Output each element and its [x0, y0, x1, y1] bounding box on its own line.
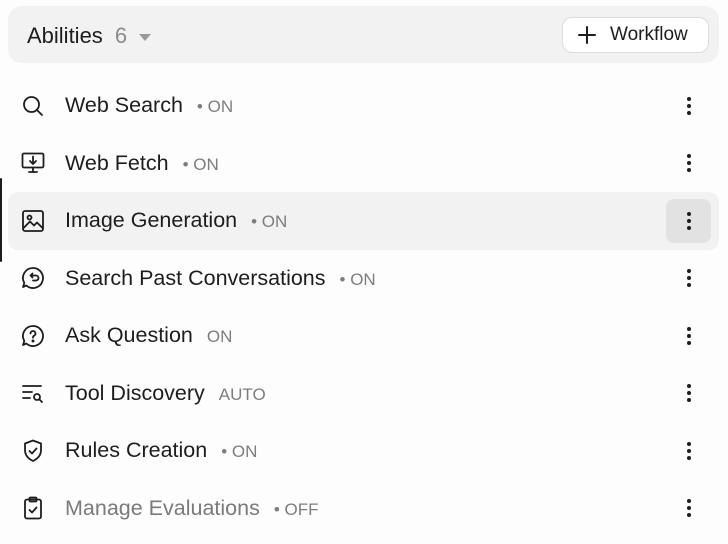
- ability-row-ask-question[interactable]: Ask Question ON: [8, 307, 719, 365]
- ability-name: Web Search: [65, 93, 183, 118]
- ability-row-manage-evaluations[interactable]: Manage Evaluations • OFF: [8, 480, 719, 538]
- monitor-download-icon: [20, 150, 46, 176]
- ability-row-tool-discovery[interactable]: Tool Discovery AUTO: [8, 365, 719, 423]
- ability-name: Image Generation: [65, 208, 238, 233]
- ability-name: Search Past Conversations: [65, 265, 326, 290]
- abilities-title: Abilities: [27, 23, 103, 48]
- abilities-header: Abilities 6 Workflow: [8, 6, 719, 63]
- more-vertical-icon: [686, 211, 691, 230]
- more-vertical-icon: [686, 326, 691, 345]
- plus-icon: [578, 26, 596, 44]
- ability-status: • ON: [339, 269, 376, 289]
- more-options-button[interactable]: [666, 314, 711, 358]
- abilities-count: 6: [114, 23, 128, 48]
- window-edge-marker: [0, 178, 2, 262]
- abilities-dropdown[interactable]: Abilities 6: [27, 23, 152, 49]
- more-options-button[interactable]: [666, 198, 711, 243]
- more-options-button[interactable]: [666, 486, 711, 530]
- ability-status: • ON: [251, 212, 288, 232]
- caret-down-icon: [139, 33, 152, 41]
- ability-row-image-generation[interactable]: Image Generation • ON: [8, 192, 719, 250]
- abilities-list: Web Search • ON Web Fetch • ON Image Gener…: [8, 77, 719, 537]
- workflow-button-label: Workflow: [610, 24, 688, 45]
- ability-row-search-past-conversations[interactable]: Search Past Conversations • ON: [8, 250, 719, 308]
- ability-status: • ON: [221, 442, 258, 462]
- ability-name: Manage Evaluations: [65, 495, 260, 520]
- ability-row-web-search[interactable]: Web Search • ON: [8, 77, 719, 135]
- more-options-button[interactable]: [666, 256, 711, 300]
- history-chat-icon: [20, 265, 46, 291]
- more-vertical-icon: [686, 384, 691, 403]
- ability-row-web-fetch[interactable]: Web Fetch • ON: [8, 135, 719, 193]
- more-options-button[interactable]: [666, 84, 711, 128]
- ability-name: Rules Creation: [65, 438, 208, 463]
- more-options-button[interactable]: [666, 371, 711, 415]
- more-options-button[interactable]: [666, 429, 711, 473]
- more-vertical-icon: [686, 441, 691, 460]
- clipboard-check-icon: [20, 495, 46, 521]
- ability-status: • ON: [196, 97, 234, 117]
- more-vertical-icon: [686, 154, 691, 173]
- ability-status: AUTO: [218, 384, 266, 404]
- search-icon: [20, 93, 46, 119]
- more-vertical-icon: [686, 269, 691, 288]
- more-vertical-icon: [686, 499, 691, 518]
- ability-name: Ask Question: [65, 323, 193, 348]
- ability-name: Tool Discovery: [65, 380, 205, 405]
- image-icon: [20, 208, 46, 234]
- ability-row-rules-creation[interactable]: Rules Creation • ON: [8, 422, 719, 480]
- ability-status: ON: [206, 327, 233, 347]
- more-vertical-icon: [686, 96, 691, 115]
- shield-check-icon: [20, 438, 46, 464]
- ability-status: • OFF: [273, 499, 319, 519]
- question-chat-icon: [20, 323, 46, 349]
- add-workflow-button[interactable]: Workflow: [562, 17, 709, 53]
- ability-status: • ON: [182, 154, 219, 174]
- more-options-button[interactable]: [666, 141, 711, 185]
- ability-name: Web Fetch: [65, 150, 169, 175]
- list-search-icon: [20, 380, 46, 406]
